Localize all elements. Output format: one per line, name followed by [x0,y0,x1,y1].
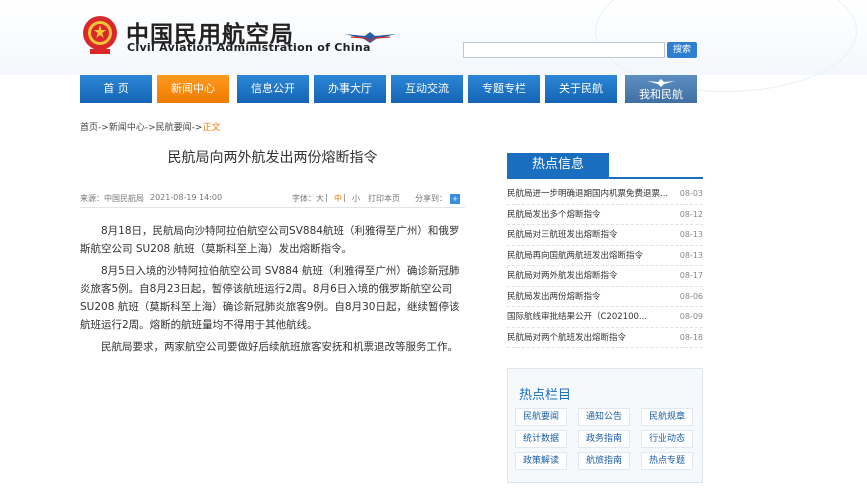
list-item[interactable]: 民航局进一步明确退期国内机票免费退票... 08-03 [507,184,703,205]
font-small-button[interactable]: 小 [352,193,360,204]
breadcrumb-home[interactable]: 首页 [80,123,98,133]
article-body: 8月18日，民航局向沙特阿拉伯航空公司SV884航班（利雅得至广州）和俄罗斯航空… [80,222,465,360]
column-button[interactable]: 政策解读 [515,452,567,470]
site-title-en: Civil Aviation Administration of China [127,41,371,54]
font-large-button[interactable]: 大 [316,193,324,204]
nav-topics[interactable]: 专题专栏 [468,75,540,103]
column-button[interactable]: 民航规章 [641,408,693,426]
nav-news-center[interactable]: 新闻中心 [157,75,229,103]
share-icon[interactable]: + [450,194,460,204]
list-item-date: 08-13 [679,230,703,239]
nav-info-public[interactable]: 信息公开 [237,75,309,103]
list-item-date: 08-09 [679,312,703,321]
article-title: 民航局向两外航发出两份熔断指令 [167,150,378,166]
list-item[interactable]: 民航局对三航班发出熔断指令 08-13 [507,225,703,246]
list-item-title[interactable]: 国际航线审批结果公开（C202100... [507,307,675,327]
column-button[interactable]: 统计数据 [515,430,567,448]
list-item-title[interactable]: 民航局对三航班发出熔断指令 [507,225,675,245]
article-paragraph: 8月18日，民航局向沙特阿拉伯航空公司SV884航班（利雅得至广州）和俄罗斯航空… [80,225,460,255]
breadcrumb-news-center[interactable]: 新闻中心 [109,123,145,133]
print-button[interactable]: 打印本页 [368,193,400,204]
list-item-date: 08-06 [679,291,703,301]
article-source: 来源：中国民航局 [80,194,144,203]
breadcrumb-separator: -> [98,123,109,133]
column-button[interactable]: 通知公告 [578,408,630,426]
breadcrumb: 首页->新闻中心->民航要闻->正文 [80,120,220,133]
breadcrumb-caac-news[interactable]: 民航要闻 [156,123,192,133]
nav-service-hall[interactable]: 办事大厅 [314,75,386,103]
national-emblem-icon [83,16,117,54]
caac-wings-logo [345,32,396,43]
list-item-title[interactable]: 民航局发出多个熔断指令 [507,205,675,225]
nav-interaction[interactable]: 互动交流 [391,75,463,103]
list-item-date: 08-12 [679,209,703,219]
list-item-date: 08-17 [679,271,703,280]
list-item-date: 08-18 [679,332,703,342]
column-button[interactable]: 政务指南 [578,430,630,448]
list-item-title[interactable]: 民航局发出两份熔断指令 [507,287,675,307]
hot-columns-panel: 热点栏目 民航要闻 通知公告 民航规章 统计数据 政务指南 行业动态 政策解读 … [507,368,703,483]
list-item[interactable]: 国际航线审批结果公开（C202100... 08-09 [507,307,703,328]
list-item[interactable]: 民航局对两外航发出熔断指令 08-17 [507,266,703,287]
column-button[interactable]: 民航要闻 [515,408,567,426]
list-item[interactable]: 民航局发出两份熔断指令 08-06 [507,287,703,307]
list-item-date: 08-13 [679,250,703,260]
list-item[interactable]: 民航局再向国航两航班发出熔断指令 08-13 [507,246,703,266]
list-item[interactable]: 民航局对两个航班发出熔断指令 08-18 [507,328,703,348]
font-size-label: 字体： [292,194,316,203]
search-button[interactable]: 搜索 [667,42,697,58]
nav-about[interactable]: 关于民航 [545,75,617,103]
share-label: 分享到： [415,194,447,203]
list-item-title[interactable]: 民航局对两个航班发出熔断指令 [507,328,675,348]
list-item-date: 08-03 [679,189,703,198]
column-button[interactable]: 热点专题 [641,452,693,470]
list-item-title[interactable]: 民航局再向国航两航班发出熔断指令 [507,246,675,266]
hot-info-tab[interactable]: 热点信息 [507,153,609,177]
column-button[interactable]: 行业动态 [641,430,693,448]
breadcrumb-separator: -> [144,123,156,133]
list-item-title[interactable]: 民航局对两外航发出熔断指令 [507,266,675,286]
hot-info-divider [507,177,703,179]
column-button[interactable]: 航旅指南 [578,452,630,470]
nav-me-and-caac-label: 我和民航 [639,88,683,101]
font-medium-button[interactable]: 中 [334,193,342,204]
list-item[interactable]: 民航局发出多个熔断指令 08-12 [507,205,703,225]
breadcrumb-current: 正文 [202,123,221,133]
list-item-title[interactable]: 民航局进一步明确退期国内机票免费退票... [507,184,675,204]
hot-columns-title: 热点栏目 [519,388,572,403]
breadcrumb-separator: -> [191,123,203,133]
nav-home[interactable]: 首 页 [80,75,152,103]
caac-mini-logo-icon [647,79,675,87]
article-meta: 来源：中国民航局 2021-08-19 14:00 字体： 大 | 中 | 小 … [80,190,465,208]
hot-info-list: 民航局进一步明确退期国内机票免费退票... 08-03 民航局发出多个熔断指令 08… [507,184,703,348]
article-paragraph: 民航局要求，两家航空公司要做好后续航班旅客安抚和机票退改等服务工作。 [101,341,458,353]
article-date: 2021-08-19 14:00 [150,193,223,202]
nav-me-and-caac[interactable]: 我和民航 [625,75,697,103]
search-input[interactable] [463,42,665,58]
article-paragraph: 8月5日入境的沙特阿拉伯航空公司 SV884 航班（利雅得至广州）确诊新冠肺炎旅… [80,265,460,331]
